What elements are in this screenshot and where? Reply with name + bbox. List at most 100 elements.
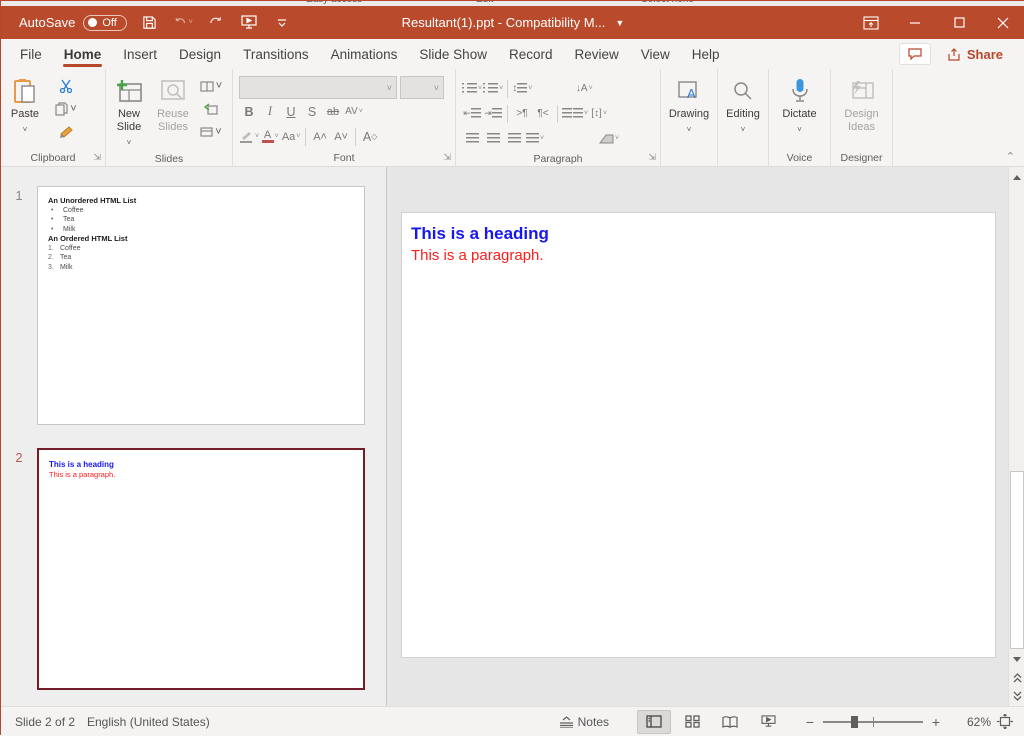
decrease-font-size-button[interactable]: A˅ — [331, 126, 351, 148]
character-spacing-button[interactable]: AV˅ — [344, 101, 364, 123]
slide-paragraph-text[interactable]: This is a paragraph. — [411, 247, 995, 264]
copy-button[interactable]: ˅ — [53, 99, 79, 119]
reading-view-button[interactable] — [713, 710, 747, 734]
dictate-button[interactable]: Dictate ˅ — [777, 74, 821, 138]
editing-button[interactable]: Editing ˅ — [721, 74, 765, 138]
convert-to-smartart-button[interactable]: ˅ — [599, 128, 619, 150]
ltr-button[interactable]: >¶ — [512, 103, 532, 125]
tab-help[interactable]: Help — [681, 39, 731, 69]
slide-2-thumbnail[interactable]: This is a heading This is a paragraph. — [37, 448, 365, 690]
previous-slide-button[interactable] — [1009, 670, 1024, 686]
align-left-button[interactable] — [462, 128, 482, 150]
design-ideas-button[interactable]: Design Ideas — [831, 74, 892, 136]
increase-indent-button[interactable]: ⇥ — [483, 103, 503, 125]
close-button[interactable] — [981, 6, 1024, 39]
slideshow-view-button[interactable] — [751, 710, 785, 734]
zoom-percentage[interactable]: 62% — [951, 715, 991, 729]
font-color-button[interactable]: A ˅ — [260, 126, 280, 148]
slide-canvas[interactable]: This is a heading This is a paragraph. — [401, 212, 996, 658]
align-text-button[interactable]: [↕]˅ — [589, 103, 609, 125]
format-painter-button[interactable] — [53, 122, 79, 142]
tab-design[interactable]: Design — [168, 39, 232, 69]
bullet-list-button[interactable]: ˅ — [462, 78, 482, 100]
cut-button[interactable] — [53, 76, 79, 96]
collapse-ribbon-button[interactable]: ⌃ — [1006, 150, 1015, 163]
font-size-combobox[interactable]: ˅ — [400, 76, 444, 99]
bold-button[interactable]: B — [239, 101, 259, 123]
redo-icon[interactable] — [206, 14, 226, 32]
next-slide-button[interactable] — [1009, 688, 1024, 704]
notes-button[interactable]: Notes — [551, 712, 617, 732]
normal-view-button[interactable] — [637, 710, 671, 734]
reuse-slides-button[interactable]: Reuse Slides — [152, 74, 194, 136]
columns-button[interactable]: ˅ — [562, 103, 588, 125]
line-spacing-button[interactable]: ↕˅ — [512, 78, 532, 100]
clear-formatting-button[interactable]: A◇ — [360, 126, 380, 148]
tab-insert[interactable]: Insert — [112, 39, 168, 69]
ribbon-display-options-icon[interactable] — [849, 6, 893, 39]
strikethrough-button[interactable]: ab — [323, 101, 343, 123]
rtl-button[interactable]: ¶< — [533, 103, 553, 125]
line-spacing-chevron-icon: ˅ — [528, 85, 532, 92]
scrollbar-thumb[interactable] — [1010, 471, 1024, 649]
tab-animations[interactable]: Animations — [320, 39, 409, 69]
font-name-combobox[interactable]: ˅ — [239, 76, 397, 99]
autosave-toggle[interactable]: AutoSave Off — [19, 15, 127, 31]
scroll-up-button[interactable] — [1009, 169, 1024, 185]
scroll-down-button[interactable] — [1009, 651, 1024, 667]
clipboard-dialog-launcher[interactable]: ⇲ — [93, 152, 101, 163]
text-highlight-button[interactable]: ˅ — [239, 126, 259, 148]
tab-transitions[interactable]: Transitions — [232, 39, 320, 69]
ribbon-tabs: File Home Insert Design Transitions Anim… — [1, 39, 731, 69]
share-button[interactable]: Share — [939, 45, 1011, 64]
text-direction-button[interactable]: ↓A˅ — [574, 78, 594, 100]
new-slide-button[interactable]: New Slide ˅ — [106, 74, 152, 151]
slide-layout-button[interactable]: ˅ — [198, 76, 224, 96]
font-dialog-launcher[interactable]: ⇲ — [443, 152, 451, 163]
maximize-button[interactable] — [937, 6, 981, 39]
tab-file[interactable]: File — [9, 39, 53, 69]
undo-icon[interactable]: ˅ — [173, 14, 193, 32]
tab-view[interactable]: View — [630, 39, 681, 69]
text-shadow-button[interactable]: S — [302, 101, 322, 123]
tab-record[interactable]: Record — [498, 39, 564, 69]
minimize-button[interactable] — [893, 6, 937, 39]
language-indicator[interactable]: English (United States) — [87, 715, 210, 729]
reuse-slides-label: Reuse Slides — [157, 108, 189, 134]
paragraph-dialog-launcher[interactable]: ⇲ — [648, 152, 656, 163]
tab-review[interactable]: Review — [563, 39, 629, 69]
vertical-scrollbar[interactable] — [1008, 167, 1024, 706]
italic-button[interactable]: I — [260, 101, 280, 123]
editing-chevron-icon: ˅ — [741, 123, 746, 136]
zoom-out-button[interactable]: − — [801, 714, 819, 730]
save-icon[interactable] — [140, 14, 160, 32]
zoom-slider-thumb[interactable] — [851, 716, 858, 728]
slide-indicator[interactable]: Slide 2 of 2 — [1, 715, 87, 729]
start-slideshow-icon[interactable] — [239, 14, 259, 32]
slide-1-thumbnail[interactable]: An Unordered HTML List •Coffee •Tea •Mil… — [37, 186, 365, 425]
align-center-button[interactable] — [483, 128, 503, 150]
thumb1-ol-item: 1.Coffee — [48, 244, 364, 254]
fit-slide-to-window-button[interactable] — [991, 710, 1019, 734]
drawing-button[interactable]: A Drawing ˅ — [664, 74, 714, 138]
slide-sorter-view-button[interactable] — [675, 710, 709, 734]
paste-button[interactable]: Paste ˅ — [1, 74, 49, 138]
tab-home[interactable]: Home — [53, 39, 113, 69]
change-case-button[interactable]: Aa˅ — [281, 126, 301, 148]
background-fragment: Easy access — [306, 1, 362, 5]
slide-heading-text[interactable]: This is a heading — [411, 224, 995, 244]
numbered-list-button[interactable]: ˅ — [483, 78, 503, 100]
increase-font-size-button[interactable]: A˄ — [310, 126, 330, 148]
zoom-slider-track[interactable] — [823, 721, 923, 723]
underline-button[interactable]: U — [281, 101, 301, 123]
decrease-indent-button[interactable]: ⇤ — [462, 103, 482, 125]
zoom-in-button[interactable]: + — [927, 714, 945, 730]
customize-toolbar-icon[interactable] — [272, 14, 292, 32]
comments-button[interactable] — [899, 43, 931, 65]
section-button[interactable]: ˅ — [198, 122, 224, 142]
tab-slide-show[interactable]: Slide Show — [408, 39, 498, 69]
paste-label: Paste — [11, 108, 39, 121]
justify-button[interactable]: ˅ — [525, 128, 545, 150]
reset-slide-button[interactable] — [198, 99, 224, 119]
align-right-button[interactable] — [504, 128, 524, 150]
